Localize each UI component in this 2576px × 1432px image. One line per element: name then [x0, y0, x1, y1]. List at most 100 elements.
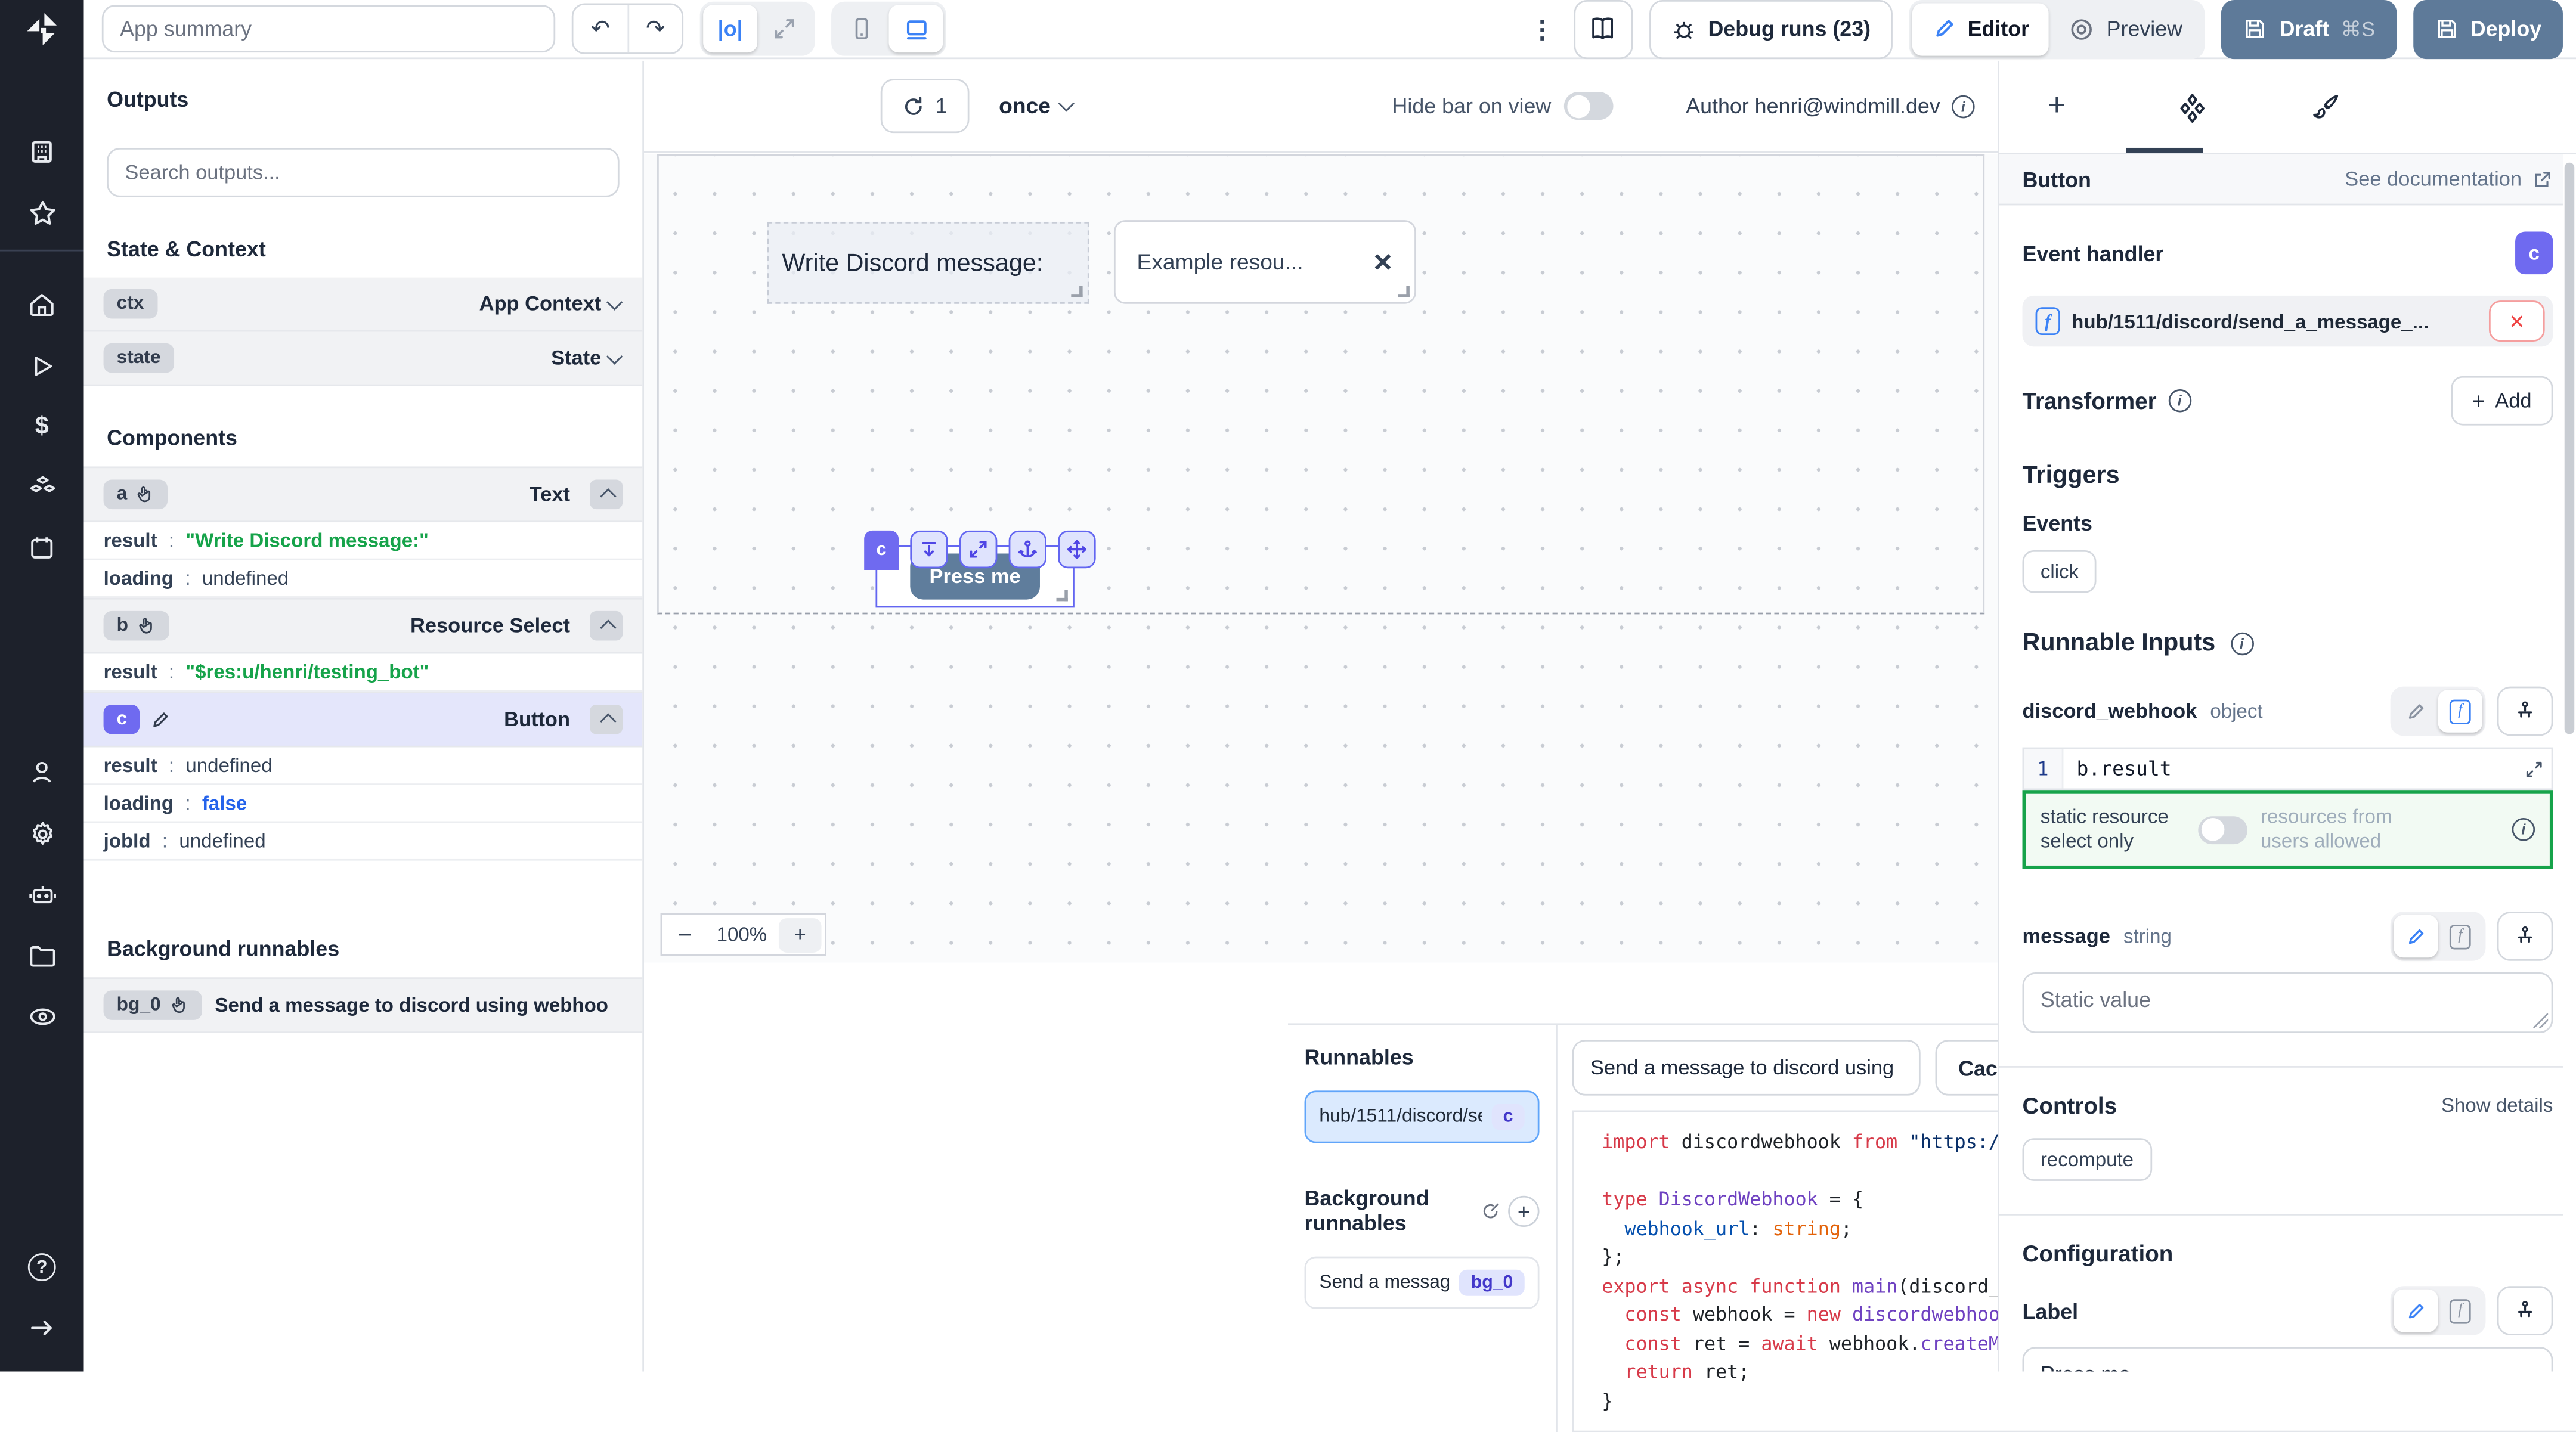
- audit-eye-icon[interactable]: [0, 985, 84, 1046]
- remove-handler-button[interactable]: ✕: [2489, 300, 2545, 342]
- user-icon[interactable]: [0, 742, 84, 803]
- output-row[interactable]: result:"$res:u/henri/testing_bot": [84, 654, 643, 692]
- folders-icon[interactable]: [0, 925, 84, 985]
- expression-editor[interactable]: 1 b.result: [2023, 748, 2553, 791]
- resize-handle[interactable]: [1057, 590, 1068, 601]
- add-transformer-button[interactable]: +Add: [2450, 376, 2553, 426]
- clear-select-icon[interactable]: ✕: [1373, 247, 1394, 277]
- component-c-header[interactable]: c Button: [84, 692, 643, 748]
- info-icon[interactable]: i: [2230, 631, 2253, 655]
- label-value-input[interactable]: Press me: [2023, 1347, 2553, 1371]
- author-label: Author henri@windmill.dev: [1686, 94, 1940, 118]
- undo-button[interactable]: ↶: [574, 5, 628, 52]
- eval-mode-function-button[interactable]: f: [2438, 1290, 2482, 1332]
- message-static-value-input[interactable]: Static value: [2023, 972, 2553, 1033]
- edit-pencil-icon[interactable]: [150, 709, 172, 730]
- zoom-out-button[interactable]: −: [662, 920, 708, 949]
- eval-mode-function-button[interactable]: f: [2438, 690, 2482, 733]
- refresh-mode-dropdown[interactable]: once: [999, 94, 1073, 118]
- background-runnable-item[interactable]: Send a message... bg_0: [1305, 1257, 1540, 1309]
- ctx-row[interactable]: ctx App Context: [84, 278, 643, 332]
- connect-plug-button[interactable]: [2497, 1286, 2553, 1335]
- right-panel-scrollbar[interactable]: [2563, 154, 2576, 1372]
- workers-robot-icon[interactable]: [0, 864, 84, 925]
- text-component[interactable]: Write Discord message:: [767, 222, 1089, 304]
- resource-select-component[interactable]: Example resou... ✕: [1114, 220, 1416, 304]
- tab-editor[interactable]: Editor: [1912, 2, 2049, 55]
- component-b-header[interactable]: b Resource Select: [84, 598, 643, 654]
- refresh-count-button[interactable]: 1: [881, 79, 970, 133]
- app-canvas[interactable]: Write Discord message: Example resou... …: [644, 154, 1998, 963]
- settings-gear-icon[interactable]: [0, 803, 84, 864]
- resize-handle[interactable]: [2533, 1013, 2548, 1028]
- move-button[interactable]: [1058, 531, 1095, 568]
- app-summary-input[interactable]: App summary: [102, 5, 555, 52]
- output-row[interactable]: result:undefined: [84, 748, 643, 785]
- resize-handle[interactable]: [1398, 286, 1410, 297]
- info-icon[interactable]: i: [1952, 94, 1975, 117]
- event-handler-runnable[interactable]: f hub/1511/discord/send_a_message_... ✕: [2023, 296, 2553, 346]
- help-icon[interactable]: ?: [0, 1237, 84, 1298]
- more-options-kebab-icon[interactable]: ⋮: [1527, 14, 1557, 44]
- mobile-view-button[interactable]: [835, 5, 889, 52]
- chevron-down-icon[interactable]: [606, 348, 623, 364]
- add-background-runnable-button[interactable]: +: [1508, 1195, 1539, 1226]
- collapse-button[interactable]: [590, 705, 623, 734]
- background-runnable-row[interactable]: bg_0 Send a message to discord using web…: [84, 977, 643, 1033]
- selected-component-id-tab[interactable]: c: [864, 531, 899, 570]
- static-mode-pencil-button[interactable]: [2394, 915, 2438, 958]
- runnable-item-selected[interactable]: hub/1511/discord/se... c: [1305, 1090, 1540, 1143]
- eval-mode-function-button[interactable]: f: [2438, 915, 2482, 958]
- expand-editor-icon[interactable]: [2515, 749, 2552, 788]
- deploy-button[interactable]: Deploy: [2413, 0, 2563, 58]
- static-mode-pencil-button[interactable]: [2394, 1290, 2438, 1332]
- tab-component-settings[interactable]: [2157, 91, 2226, 122]
- desktop-view-button[interactable]: [889, 5, 943, 52]
- tab-styling[interactable]: [2292, 92, 2361, 122]
- collapse-button[interactable]: [590, 611, 623, 641]
- resource-mode-toggle[interactable]: [2198, 816, 2247, 844]
- collapse-button[interactable]: [590, 479, 623, 509]
- docs-book-button[interactable]: [1574, 0, 1633, 58]
- favorites-star-icon[interactable]: [0, 182, 84, 243]
- centered-layout-button[interactable]: |o|: [703, 5, 757, 52]
- redo-button[interactable]: ↷: [627, 5, 682, 52]
- edit-pencil-icon[interactable]: [1482, 1201, 1501, 1220]
- hide-bar-toggle[interactable]: [1564, 92, 1614, 120]
- fullwidth-layout-button[interactable]: [757, 5, 812, 52]
- script-name-input[interactable]: Send a message to discord using: [1572, 1040, 1921, 1096]
- info-icon[interactable]: i: [2168, 389, 2191, 413]
- runs-play-icon[interactable]: [0, 335, 84, 396]
- collapse-arrow-icon[interactable]: [0, 1298, 84, 1359]
- anchor-button[interactable]: [1009, 531, 1046, 568]
- windmill-logo[interactable]: [0, 0, 84, 59]
- resources-cubes-icon[interactable]: [0, 457, 84, 517]
- workspace-icon[interactable]: [0, 122, 84, 182]
- tab-preview[interactable]: Preview: [2049, 2, 2202, 55]
- output-row[interactable]: loading:undefined: [84, 560, 643, 597]
- zoom-in-button[interactable]: +: [779, 918, 822, 952]
- resize-handle[interactable]: [1071, 286, 1082, 297]
- see-documentation-link[interactable]: See documentation: [2345, 168, 2553, 191]
- chevron-down-icon[interactable]: [606, 293, 623, 309]
- dock-down-button[interactable]: [910, 531, 948, 568]
- info-icon[interactable]: i: [2512, 818, 2535, 841]
- search-outputs-input[interactable]: Search outputs...: [107, 148, 620, 197]
- scrollbar-thumb[interactable]: [2565, 163, 2575, 734]
- component-a-header[interactable]: a Text: [84, 466, 643, 522]
- output-row[interactable]: jobId:undefined: [84, 823, 643, 860]
- static-mode-pencil-button[interactable]: [2394, 690, 2438, 733]
- output-row[interactable]: result:"Write Discord message:": [84, 522, 643, 560]
- connect-plug-button[interactable]: [2497, 687, 2553, 736]
- show-details-link[interactable]: Show details: [2441, 1094, 2553, 1117]
- connect-plug-button[interactable]: [2497, 912, 2553, 961]
- debug-runs-button[interactable]: Debug runs (23): [1649, 0, 1892, 58]
- expand-component-button[interactable]: [959, 531, 997, 568]
- schedules-calendar-icon[interactable]: [0, 517, 84, 578]
- tab-insert-component[interactable]: +: [2023, 89, 2092, 125]
- draft-button[interactable]: Draft ⌘S: [2222, 0, 2397, 58]
- state-row[interactable]: state State: [84, 332, 643, 386]
- output-row[interactable]: loading:false: [84, 785, 643, 823]
- home-icon[interactable]: [0, 274, 84, 335]
- variables-dollar-icon[interactable]: $: [0, 396, 84, 457]
